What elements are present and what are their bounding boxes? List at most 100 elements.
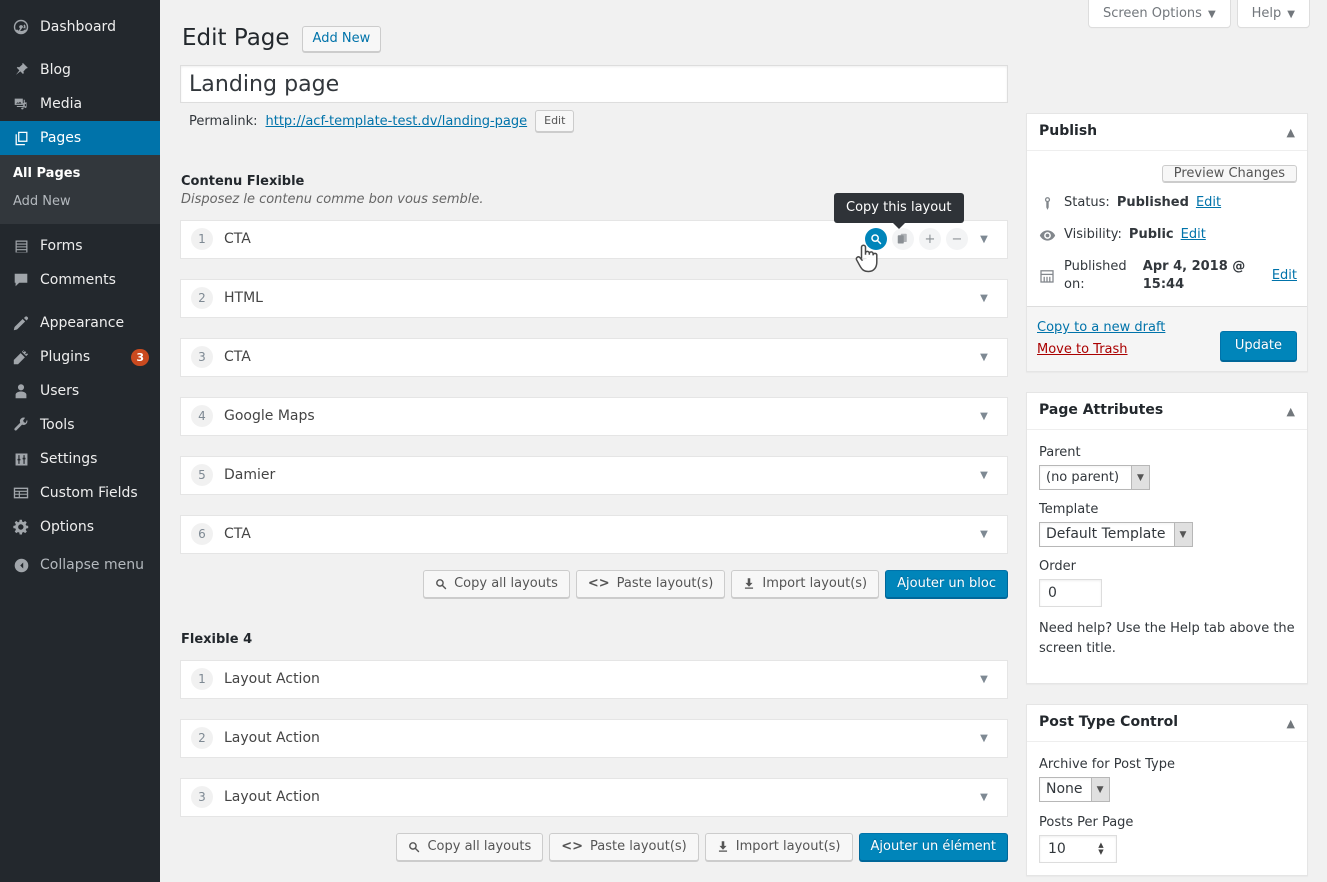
import-layouts-button[interactable]: Import layout(s) bbox=[731, 569, 880, 598]
sidebar-item-options[interactable]: Options bbox=[0, 510, 160, 544]
layout-row[interactable]: 3 Layout Action ▼ bbox=[180, 777, 1008, 817]
post-body: Permalink: http://acf-template-test.dv/l… bbox=[180, 65, 1308, 882]
spinner-buttons[interactable]: ▲ ▼ bbox=[1092, 836, 1110, 862]
order-input[interactable]: 0 bbox=[1039, 579, 1102, 607]
post-title-input[interactable] bbox=[180, 65, 1008, 103]
layout-order: 4 bbox=[191, 405, 213, 428]
collapse-layout-icon[interactable]: ▼ bbox=[973, 228, 995, 250]
posts-per-page-label: Posts Per Page bbox=[1039, 815, 1134, 830]
sidebar-item-appearance[interactable]: Appearance bbox=[0, 306, 160, 340]
layout-row[interactable]: 1 Layout Action ▼ bbox=[180, 659, 1008, 699]
layout-row[interactable]: 3 CTA ▼ bbox=[180, 337, 1008, 377]
template-label: Template bbox=[1039, 502, 1099, 517]
parent-select[interactable]: (no parent) ▼ bbox=[1039, 465, 1150, 490]
collapse-layout-icon[interactable]: ▼ bbox=[973, 405, 995, 427]
posts-per-page-stepper[interactable]: 10 ▲ ▼ bbox=[1039, 835, 1117, 863]
edit-status-link[interactable]: Edit bbox=[1196, 194, 1221, 212]
collapse-layout-icon[interactable]: ▼ bbox=[973, 346, 995, 368]
button-label: Ajouter un bloc bbox=[897, 575, 996, 591]
archive-for-post-type-select[interactable]: None ▼ bbox=[1039, 777, 1110, 802]
post-status-icon bbox=[1037, 196, 1057, 211]
sidebar-item-label: Media bbox=[40, 96, 83, 112]
add-block-button[interactable]: Ajouter un bloc bbox=[885, 569, 1008, 598]
layout-title: CTA bbox=[224, 231, 251, 248]
help-toggle[interactable]: Help ▼ bbox=[1236, 0, 1310, 28]
copy-all-layouts-button[interactable]: Copy all layouts bbox=[396, 832, 544, 861]
collapse-layout-icon[interactable]: ▼ bbox=[973, 727, 995, 749]
layout-row[interactable]: 2 Layout Action ▼ bbox=[180, 718, 1008, 758]
field-flexible-4: Flexible 4 1 Layout Action ▼ 2 Layout Ac… bbox=[180, 632, 1008, 861]
edit-permalink-button[interactable]: Edit bbox=[535, 110, 575, 133]
sidebar-item-custom-fields[interactable]: Custom Fields bbox=[0, 476, 160, 510]
add-new-button[interactable]: Add New bbox=[301, 25, 382, 52]
collapse-layout-icon[interactable]: ▼ bbox=[973, 464, 995, 486]
chevron-down-icon: ▼ bbox=[1207, 9, 1216, 20]
sidebar-item-dashboard[interactable]: Dashboard bbox=[0, 10, 160, 44]
layout-row[interactable]: 4 Google Maps ▼ bbox=[180, 396, 1008, 436]
code-icon: <> bbox=[561, 838, 584, 854]
sidebar-item-collapse-menu[interactable]: Collapse menu bbox=[0, 548, 160, 582]
chevron-up-icon[interactable]: ▲ bbox=[1287, 126, 1295, 139]
field-contenu-flexible: Contenu Flexible Disposez le contenu com… bbox=[180, 174, 1008, 598]
eye-icon bbox=[1037, 227, 1057, 244]
posts-per-page-value: 10 bbox=[1048, 841, 1066, 857]
sidebar-item-label: Plugins bbox=[40, 349, 91, 365]
flexible-actions: Copy all layouts <> Paste layout(s) Impo… bbox=[180, 569, 1008, 598]
preview-changes-button[interactable]: Preview Changes bbox=[1161, 165, 1297, 182]
layout-row[interactable]: 6 CTA ▼ bbox=[180, 514, 1008, 554]
plugin-icon bbox=[11, 347, 31, 367]
edit-date-link[interactable]: Edit bbox=[1272, 267, 1297, 285]
import-layouts-button[interactable]: Import layout(s) bbox=[704, 832, 853, 861]
permalink-link[interactable]: http://acf-template-test.dv/landing-page bbox=[266, 114, 528, 129]
collapse-icon bbox=[11, 555, 31, 575]
layout-row[interactable]: 2 HTML ▼ bbox=[180, 278, 1008, 318]
layout-title: CTA bbox=[224, 526, 251, 543]
sidebar-item-forms[interactable]: Forms bbox=[0, 229, 160, 263]
layout-row[interactable]: 1 CTA + − ▼ bbox=[180, 219, 1008, 259]
edit-visibility-link[interactable]: Edit bbox=[1181, 226, 1206, 244]
chevron-down-icon: ▼ bbox=[1287, 9, 1295, 20]
publish-box-body: Preview Changes Status: Published Edit V… bbox=[1027, 151, 1307, 371]
sidebar-item-pages[interactable]: Pages bbox=[0, 121, 168, 155]
add-layout-icon[interactable]: + bbox=[919, 228, 941, 251]
sidebar-separator bbox=[0, 44, 160, 53]
sidebar-item-tools[interactable]: Tools bbox=[0, 408, 160, 442]
collapse-layout-icon[interactable]: ▼ bbox=[973, 523, 995, 545]
button-label: Ajouter un élément bbox=[870, 838, 997, 854]
sidebar-item-label: Tools bbox=[40, 417, 75, 433]
sidebar-item-media[interactable]: Media bbox=[0, 87, 160, 121]
paste-layouts-button[interactable]: <> Paste layout(s) bbox=[549, 832, 699, 861]
chevron-up-icon[interactable]: ▲ bbox=[1287, 717, 1295, 730]
download-icon bbox=[717, 840, 729, 853]
dashboard-icon bbox=[11, 17, 31, 37]
add-element-button[interactable]: Ajouter un élément bbox=[858, 832, 1008, 861]
template-select[interactable]: Default Template ▼ bbox=[1039, 522, 1193, 547]
duplicate-layout-icon[interactable] bbox=[892, 228, 914, 251]
screen-options-toggle[interactable]: Screen Options ▼ bbox=[1087, 0, 1231, 28]
copy-all-layouts-button[interactable]: Copy all layouts bbox=[423, 569, 570, 598]
chevron-up-icon[interactable]: ▲ bbox=[1287, 405, 1295, 418]
collapse-layout-icon[interactable]: ▼ bbox=[973, 287, 995, 309]
remove-layout-icon[interactable]: − bbox=[946, 228, 968, 251]
update-button[interactable]: Update bbox=[1219, 331, 1297, 361]
collapse-layout-icon[interactable]: ▼ bbox=[973, 786, 995, 808]
parent-label: Parent bbox=[1039, 445, 1081, 460]
copy-layout-icon[interactable] bbox=[865, 228, 887, 251]
sidebar-item-add-new[interactable]: Add New bbox=[0, 188, 160, 216]
sidebar-item-settings[interactable]: Settings bbox=[0, 442, 160, 476]
spinner-down-icon[interactable]: ▼ bbox=[1098, 849, 1103, 856]
button-label: Import layout(s) bbox=[735, 838, 841, 854]
user-icon bbox=[11, 381, 31, 401]
sidebar-item-plugins[interactable]: Plugins 3 bbox=[0, 340, 160, 374]
sidebar-item-blog[interactable]: Blog bbox=[0, 53, 160, 87]
paste-layouts-button[interactable]: <> Paste layout(s) bbox=[575, 569, 726, 598]
layout-row[interactable]: 5 Damier ▼ bbox=[180, 455, 1008, 495]
move-to-trash-link[interactable]: Move to Trash bbox=[1037, 339, 1165, 361]
sidebar-item-all-pages[interactable]: All Pages bbox=[0, 160, 160, 188]
collapse-layout-icon[interactable]: ▼ bbox=[973, 668, 995, 690]
copy-to-new-draft-link[interactable]: Copy to a new draft bbox=[1037, 317, 1165, 339]
help-label: Help bbox=[1251, 6, 1282, 21]
visibility-label: Visibility: bbox=[1064, 227, 1122, 242]
sidebar-item-users[interactable]: Users bbox=[0, 374, 160, 408]
sidebar-item-comments[interactable]: Comments bbox=[0, 263, 160, 297]
